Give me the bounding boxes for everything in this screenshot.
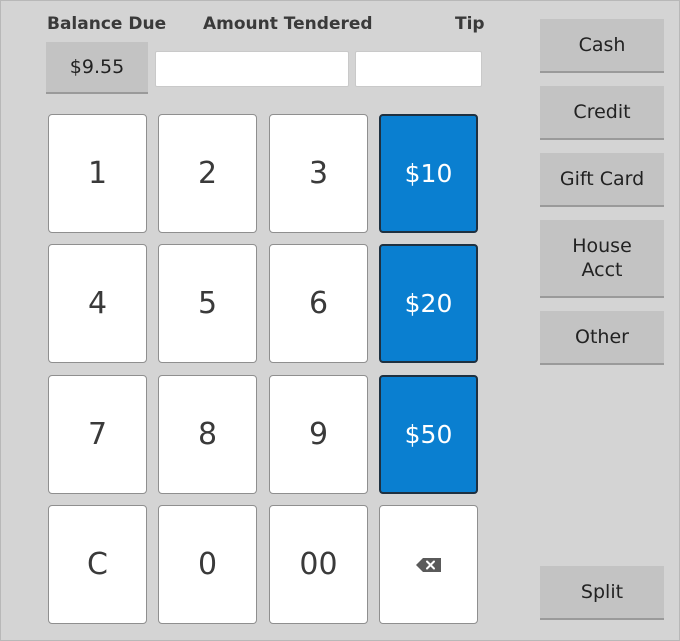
house-acct-label-line2: Acct [581,259,623,281]
clear-key[interactable]: C [48,505,147,624]
backspace-icon [415,557,441,572]
key-0[interactable]: 0 [158,505,257,624]
key-1[interactable]: 1 [48,114,147,233]
amount-tendered-input[interactable] [155,51,349,87]
amount-tendered-label: Amount Tendered [203,14,373,34]
gift-card-button[interactable]: Gift Card [540,153,664,207]
credit-button[interactable]: Credit [540,86,664,140]
split-button[interactable]: Split [540,566,664,620]
key-6[interactable]: 6 [269,244,368,363]
key-00[interactable]: 00 [269,505,368,624]
key-9[interactable]: 9 [269,375,368,494]
balance-due-label: Balance Due [47,14,167,34]
key-4[interactable]: 4 [48,244,147,363]
quick-cash-20-button[interactable]: $20 [379,244,478,363]
key-2[interactable]: 2 [158,114,257,233]
key-5[interactable]: 5 [158,244,257,363]
house-acct-button[interactable]: House Acct [540,220,664,298]
backspace-key[interactable] [379,505,478,624]
balance-due-value: $9.55 [46,42,148,94]
house-acct-label-line1: House [572,235,632,257]
other-button[interactable]: Other [540,311,664,365]
cash-button[interactable]: Cash [540,19,664,73]
key-8[interactable]: 8 [158,375,257,494]
key-3[interactable]: 3 [269,114,368,233]
quick-cash-10-button[interactable]: $10 [379,114,478,233]
tip-input[interactable] [355,51,482,87]
key-7[interactable]: 7 [48,375,147,494]
quick-cash-50-button[interactable]: $50 [379,375,478,494]
tip-label: Tip [455,14,485,34]
